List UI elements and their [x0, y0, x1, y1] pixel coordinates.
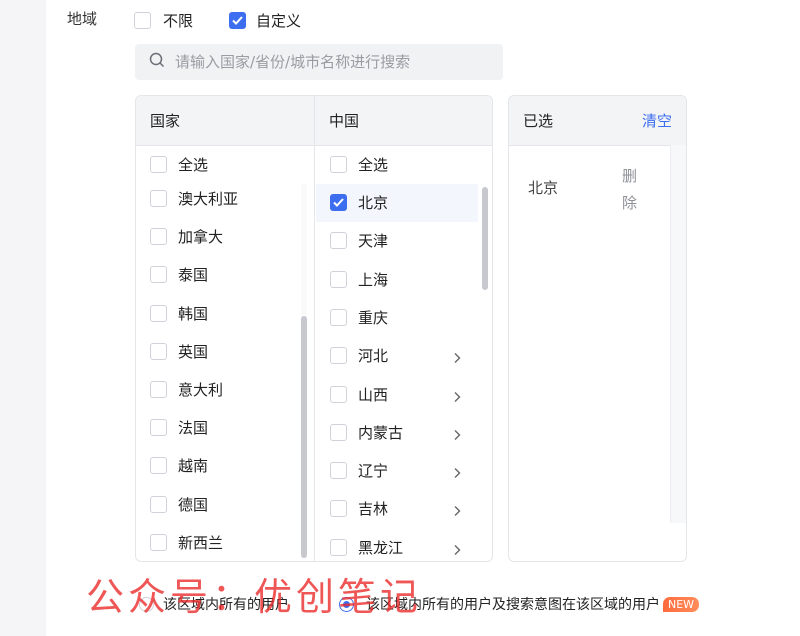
custom-label: 自定义	[256, 12, 302, 30]
search-input[interactable]	[175, 53, 495, 71]
column-divider	[314, 95, 315, 562]
country-list-item[interactable]: 澳大利亚	[150, 186, 238, 210]
country-checkbox[interactable]	[150, 380, 167, 398]
country-column-header: 国家	[136, 96, 315, 146]
country-select-all-label: 全选	[178, 155, 209, 174]
province-checkbox[interactable]	[330, 538, 347, 556]
province-label: 吉林	[358, 499, 389, 518]
province-list-item[interactable]: 吉林	[330, 496, 388, 520]
selected-panel: 已选 清空	[508, 95, 687, 562]
country-label: 意大利	[178, 380, 224, 399]
unlimited-checkbox[interactable]	[134, 12, 151, 29]
country-label: 韩国	[178, 304, 209, 323]
country-list-item[interactable]: 越南	[150, 453, 208, 477]
province-label: 黑龙江	[358, 538, 404, 557]
unlimited-label: 不限	[163, 12, 194, 30]
province-select-all[interactable]: 全选	[330, 152, 388, 176]
country-checkbox[interactable]	[150, 304, 167, 322]
region-search-box[interactable]	[135, 44, 503, 80]
country-checkbox[interactable]	[150, 418, 167, 436]
country-checkbox[interactable]	[150, 227, 167, 245]
province-column-header: 中国	[315, 96, 492, 146]
province-checkbox[interactable]	[330, 385, 347, 403]
province-label: 上海	[358, 270, 389, 289]
province-label: 重庆	[358, 308, 389, 327]
country-checkbox[interactable]	[150, 265, 167, 283]
selected-header-label: 已选	[523, 112, 554, 130]
country-scrollbar[interactable]	[301, 316, 307, 558]
delete-button[interactable]: 删除	[622, 163, 640, 217]
province-label: 天津	[358, 231, 389, 250]
province-checkbox[interactable]	[330, 231, 347, 249]
selected-scroll-track[interactable]	[670, 145, 686, 523]
country-label: 越南	[178, 456, 209, 475]
mode-custom-option[interactable]: 自定义	[229, 10, 301, 31]
province-label: 辽宁	[358, 461, 389, 480]
country-list-item[interactable]: 英国	[150, 339, 208, 363]
province-label: 北京	[358, 193, 389, 212]
province-label: 内蒙古	[358, 423, 404, 442]
province-select-all-checkbox[interactable]	[330, 155, 347, 173]
country-label: 新西兰	[178, 533, 224, 552]
country-list-item[interactable]: 新西兰	[150, 530, 223, 554]
search-icon	[149, 52, 165, 72]
country-list-item[interactable]: 韩国	[150, 301, 208, 325]
province-label: 山西	[358, 385, 389, 404]
country-header-label: 国家	[150, 112, 181, 130]
province-select-all-label: 全选	[358, 155, 389, 174]
country-checkbox[interactable]	[150, 456, 167, 474]
province-label: 河北	[358, 346, 389, 365]
country-list-item[interactable]: 加拿大	[150, 224, 223, 248]
province-checkbox[interactable]	[330, 461, 347, 479]
province-list-item[interactable]: 山西	[330, 382, 388, 406]
province-list-item[interactable]: 上海	[330, 267, 388, 291]
country-checkbox[interactable]	[150, 495, 167, 513]
country-checkbox[interactable]	[150, 533, 167, 551]
country-list-item[interactable]: 意大利	[150, 377, 223, 401]
province-checkbox[interactable]	[330, 423, 347, 441]
country-list-item[interactable]: 泰国	[150, 262, 208, 286]
province-list-item[interactable]: 河北	[330, 343, 388, 367]
clear-button[interactable]: 清空	[642, 110, 672, 131]
mode-unlimited-option[interactable]: 不限	[134, 10, 193, 31]
province-list-item[interactable]: 黑龙江	[330, 535, 403, 559]
province-list-item[interactable]: 内蒙古	[330, 420, 403, 444]
new-badge: NEW	[663, 596, 700, 612]
selected-item-label: 北京	[528, 179, 559, 197]
region-label: 地域	[67, 10, 98, 28]
province-checkbox[interactable]	[330, 346, 347, 364]
watermark-text: 公众号：优创笔记	[86, 575, 423, 619]
province-checkbox[interactable]	[330, 193, 347, 211]
country-list-item[interactable]: 德国	[150, 492, 208, 516]
province-checkbox[interactable]	[330, 270, 347, 288]
country-select-all-checkbox[interactable]	[150, 155, 167, 173]
country-label: 澳大利亚	[178, 189, 239, 208]
selected-panel-header: 已选 清空	[509, 96, 686, 146]
chevron-right-icon[interactable]	[452, 541, 462, 555]
country-label: 泰国	[178, 265, 209, 284]
chevron-right-icon[interactable]	[452, 349, 462, 363]
country-checkbox[interactable]	[150, 342, 167, 360]
province-scrollbar[interactable]	[482, 187, 488, 290]
country-label: 加拿大	[178, 227, 224, 246]
chevron-right-icon[interactable]	[452, 502, 462, 516]
custom-checkbox[interactable]	[229, 12, 246, 29]
chevron-right-icon[interactable]	[452, 426, 462, 440]
country-label: 英国	[178, 342, 209, 361]
province-list-item[interactable]: 北京	[330, 190, 388, 214]
province-list-item[interactable]: 重庆	[330, 305, 388, 329]
province-checkbox[interactable]	[330, 308, 347, 326]
country-select-all[interactable]: 全选	[150, 152, 208, 176]
province-checkbox[interactable]	[330, 499, 347, 517]
chevron-right-icon[interactable]	[452, 464, 462, 478]
country-label: 德国	[178, 495, 209, 514]
country-list-item[interactable]: 法国	[150, 415, 208, 439]
chevron-right-icon[interactable]	[452, 388, 462, 402]
province-list-item[interactable]: 辽宁	[330, 458, 388, 482]
province-header-label: 中国	[329, 112, 360, 130]
province-list-item[interactable]: 天津	[330, 228, 388, 252]
country-label: 法国	[178, 418, 209, 437]
country-checkbox[interactable]	[150, 189, 167, 207]
